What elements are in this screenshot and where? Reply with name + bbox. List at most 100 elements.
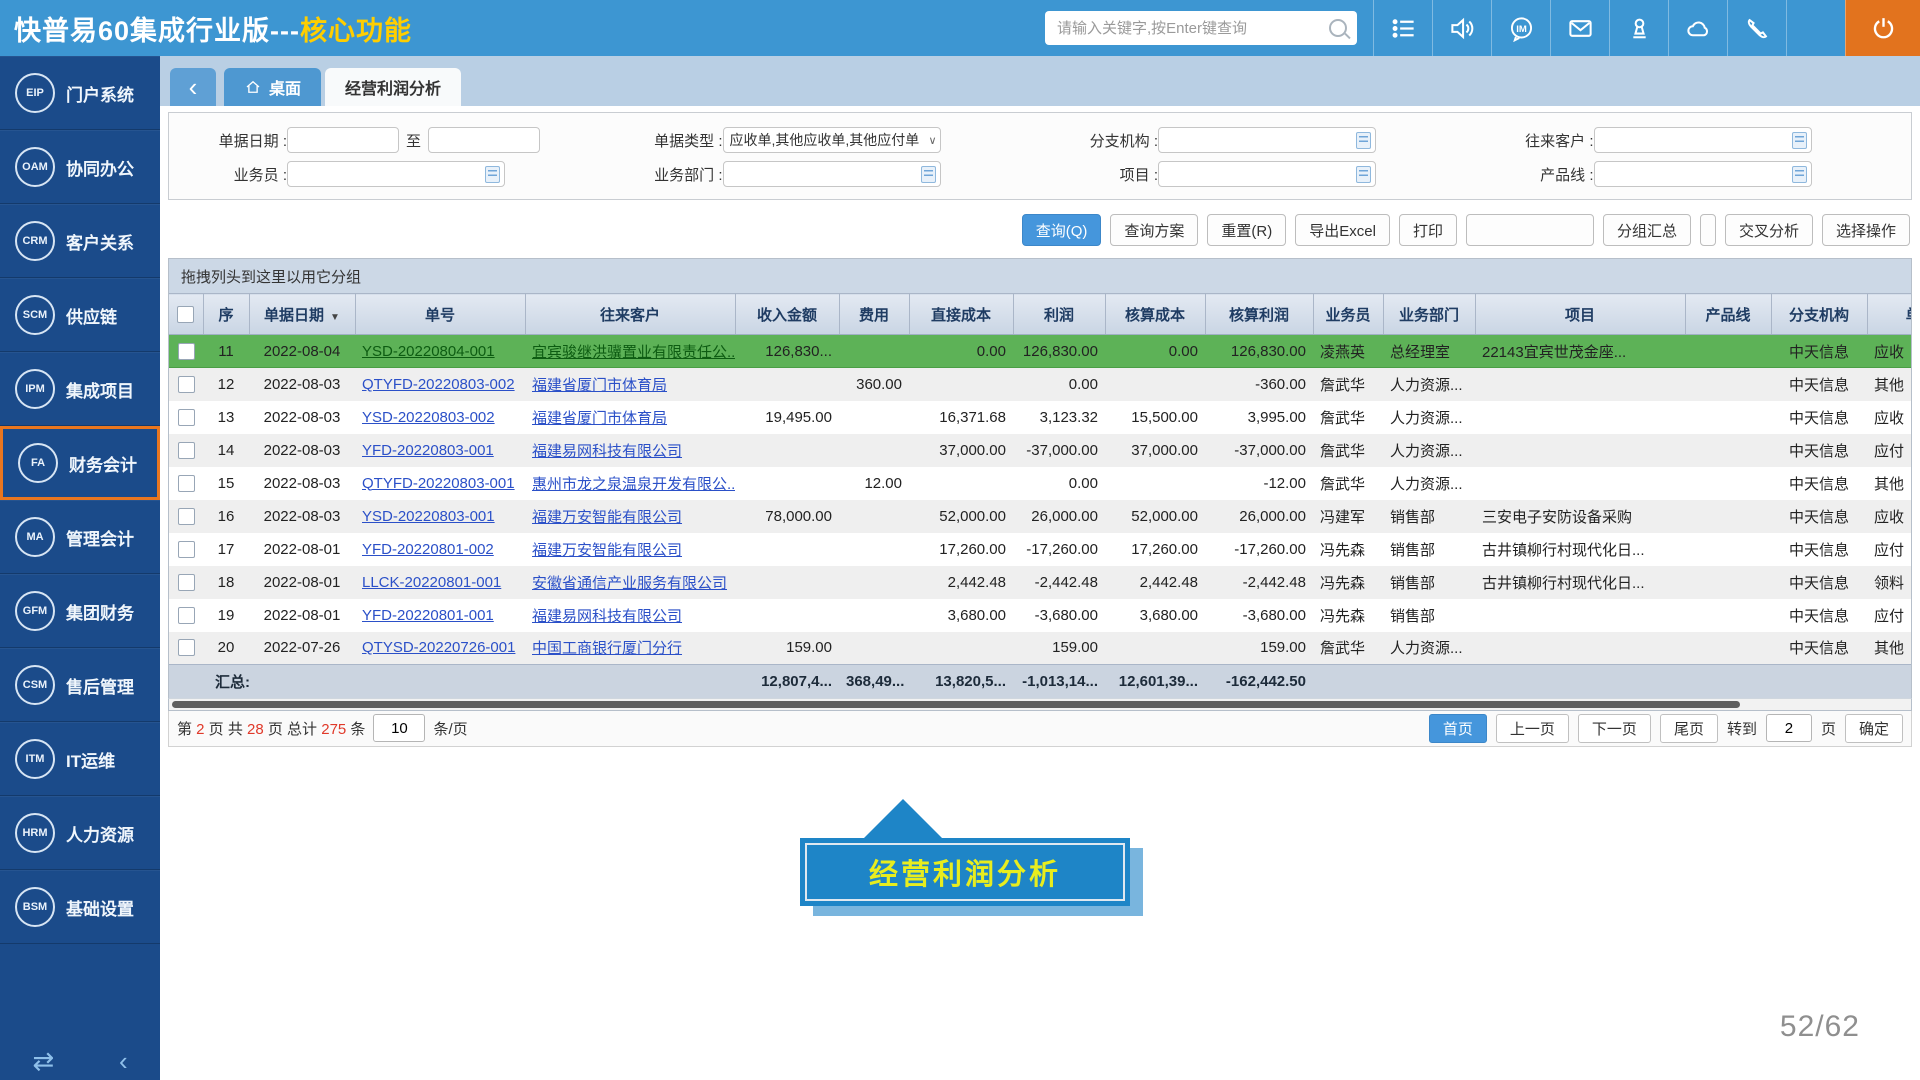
goto-page-input[interactable] xyxy=(1766,714,1812,742)
doc_no-link[interactable]: YFD-20220801-002 xyxy=(362,541,494,558)
row-checkbox[interactable] xyxy=(178,409,195,426)
doc_no-link[interactable]: YFD-20220803-001 xyxy=(362,442,494,459)
collapse-chevron-icon[interactable]: ‹ xyxy=(119,1048,128,1074)
button-交叉分析[interactable]: 交叉分析 xyxy=(1725,214,1813,246)
column-header-direct_cost[interactable]: 直接成本 xyxy=(909,294,1013,335)
tab-desktop[interactable]: 桌面 xyxy=(224,68,321,106)
column-header-salesman[interactable]: 业务员 xyxy=(1313,294,1383,335)
picker-icon[interactable] xyxy=(1792,166,1807,183)
doc_no-link[interactable]: QTYFD-20220803-001 xyxy=(362,475,515,492)
doc_no-link[interactable]: LLCK-20220801-001 xyxy=(362,574,501,591)
horizontal-scrollbar-thumb[interactable] xyxy=(172,701,1740,708)
select-all-checkbox[interactable] xyxy=(177,306,194,323)
column-header-customer[interactable]: 往来客户 xyxy=(525,294,735,335)
row-checkbox[interactable] xyxy=(178,343,195,360)
sidebar-item-eip[interactable]: EIP门户系统 xyxy=(0,56,160,130)
user-icon[interactable] xyxy=(1609,0,1668,56)
sidebar-item-fa[interactable]: FA财务会计 xyxy=(0,426,160,500)
sidebar-item-oam[interactable]: OAM协同办公 xyxy=(0,130,160,204)
table-row[interactable]: 192022-08-01YFD-20220801-001福建易网科技有限公司3,… xyxy=(169,599,1912,632)
column-header-dept[interactable]: 业务部门 xyxy=(1383,294,1475,335)
button-选择操作[interactable]: 选择操作 xyxy=(1822,214,1910,246)
dropdown-icon[interactable]: ∨ xyxy=(928,134,936,147)
column-header-doc_type[interactable]: 单 xyxy=(1867,294,1912,335)
filter-input-业务员[interactable] xyxy=(287,161,505,187)
table-row[interactable]: 202022-07-26QTYSD-20220726-001中国工商银行厦门分行… xyxy=(169,632,1912,665)
button-blank[interactable] xyxy=(1700,214,1716,246)
sidebar-item-itm[interactable]: ITMIT运维 xyxy=(0,722,160,796)
tab-back-button[interactable]: ‹ xyxy=(170,68,216,106)
column-header-income[interactable]: 收入金额 xyxy=(735,294,839,335)
power-icon[interactable] xyxy=(1845,0,1920,56)
page-button-首页[interactable]: 首页 xyxy=(1429,714,1487,743)
picker-icon[interactable] xyxy=(921,166,936,183)
button-导出Excel[interactable]: 导出Excel xyxy=(1295,214,1390,246)
customer-link[interactable]: 惠州市龙之泉温泉开发有限公... xyxy=(532,476,735,493)
table-row[interactable]: 172022-08-01YFD-20220801-002福建万安智能有限公司17… xyxy=(169,533,1912,566)
button-blank[interactable] xyxy=(1466,214,1594,246)
doc_no-link[interactable]: YSD-20220803-002 xyxy=(362,409,495,426)
doc_no-link[interactable]: YFD-20220801-001 xyxy=(362,607,494,624)
sidebar-item-hrm[interactable]: HRM人力资源 xyxy=(0,796,160,870)
column-header-product_line[interactable]: 产品线 xyxy=(1685,294,1771,335)
customer-link[interactable]: 福建省厦门市体育局 xyxy=(532,410,667,427)
picker-icon[interactable] xyxy=(1356,166,1371,183)
filter-input-分支机构[interactable] xyxy=(1158,127,1376,153)
sidebar-item-bsm[interactable]: BSM基础设置 xyxy=(0,870,160,944)
column-header-doc_no[interactable]: 单号 xyxy=(355,294,525,335)
button-查询方案[interactable]: 查询方案 xyxy=(1110,214,1198,246)
date-to-input[interactable] xyxy=(428,127,540,153)
customer-link[interactable]: 福建万安智能有限公司 xyxy=(532,509,682,526)
row-checkbox[interactable] xyxy=(178,442,195,459)
select-all-header[interactable] xyxy=(169,294,203,335)
button-重置(R)[interactable]: 重置(R) xyxy=(1207,214,1286,246)
row-checkbox[interactable] xyxy=(178,475,195,492)
filter-input-往来客户[interactable] xyxy=(1594,127,1812,153)
column-header-branch[interactable]: 分支机构 xyxy=(1771,294,1867,335)
table-row[interactable]: 132022-08-03YSD-20220803-002福建省厦门市体育局19,… xyxy=(169,401,1912,434)
page-button-尾页[interactable]: 尾页 xyxy=(1660,714,1718,743)
page-button-下一页[interactable]: 下一页 xyxy=(1578,714,1651,743)
customer-link[interactable]: 安徽省通信产业服务有限公司 xyxy=(532,575,727,592)
doc_no-link[interactable]: QTYFD-20220803-002 xyxy=(362,376,515,393)
goto-confirm-button[interactable]: 确定 xyxy=(1845,714,1903,743)
column-header-date[interactable]: 单据日期▼ xyxy=(249,294,355,335)
mail-icon[interactable] xyxy=(1550,0,1609,56)
horizontal-scrollbar[interactable] xyxy=(168,698,1912,711)
sidebar-item-crm[interactable]: CRM客户关系 xyxy=(0,204,160,278)
doc_no-link[interactable]: YSD-20220804-001 xyxy=(362,343,495,360)
table-row[interactable]: 152022-08-03QTYFD-20220803-001惠州市龙之泉温泉开发… xyxy=(169,467,1912,500)
phone-icon[interactable] xyxy=(1727,0,1786,56)
table-row[interactable]: 162022-08-03YSD-20220803-001福建万安智能有限公司78… xyxy=(169,500,1912,533)
sidebar-item-ipm[interactable]: IPM集成项目 xyxy=(0,352,160,426)
customer-link[interactable]: 福建易网科技有限公司 xyxy=(532,443,682,460)
column-header-project[interactable]: 项目 xyxy=(1475,294,1685,335)
row-checkbox[interactable] xyxy=(178,541,195,558)
table-row[interactable]: 122022-08-03QTYFD-20220803-002福建省厦门市体育局3… xyxy=(169,368,1912,401)
page-button-上一页[interactable]: 上一页 xyxy=(1496,714,1569,743)
cloud-icon[interactable] xyxy=(1668,0,1727,56)
row-checkbox[interactable] xyxy=(178,508,195,525)
column-header-check_cost[interactable]: 核算成本 xyxy=(1105,294,1205,335)
table-row[interactable]: 142022-08-03YFD-20220803-001福建易网科技有限公司37… xyxy=(169,434,1912,467)
button-查询(Q)[interactable]: 查询(Q) xyxy=(1022,214,1102,246)
filter-input-项目[interactable] xyxy=(1158,161,1376,187)
doc_no-link[interactable]: YSD-20220803-001 xyxy=(362,508,495,525)
filter-input-业务部门[interactable] xyxy=(723,161,941,187)
sidebar-item-scm[interactable]: SCM供应链 xyxy=(0,278,160,352)
picker-icon[interactable] xyxy=(1356,132,1371,149)
filter-input-单据类型[interactable] xyxy=(723,127,941,153)
tab-profit-analysis[interactable]: 经营利润分析 xyxy=(325,68,461,106)
page-size-input[interactable] xyxy=(373,714,425,742)
global-search[interactable] xyxy=(1045,11,1357,45)
im-icon[interactable]: IM xyxy=(1491,0,1550,56)
button-打印[interactable]: 打印 xyxy=(1399,214,1457,246)
column-header-check_profit[interactable]: 核算利润 xyxy=(1205,294,1313,335)
table-row[interactable]: 112022-08-04YSD-20220804-001宜宾骏继洪骥置业有限责任… xyxy=(169,335,1912,368)
menu-list-icon[interactable] xyxy=(1373,0,1432,56)
row-checkbox[interactable] xyxy=(178,607,195,624)
customer-link[interactable]: 福建万安智能有限公司 xyxy=(532,542,682,559)
search-input[interactable] xyxy=(1055,19,1329,38)
picker-icon[interactable] xyxy=(1792,132,1807,149)
row-checkbox[interactable] xyxy=(178,376,195,393)
